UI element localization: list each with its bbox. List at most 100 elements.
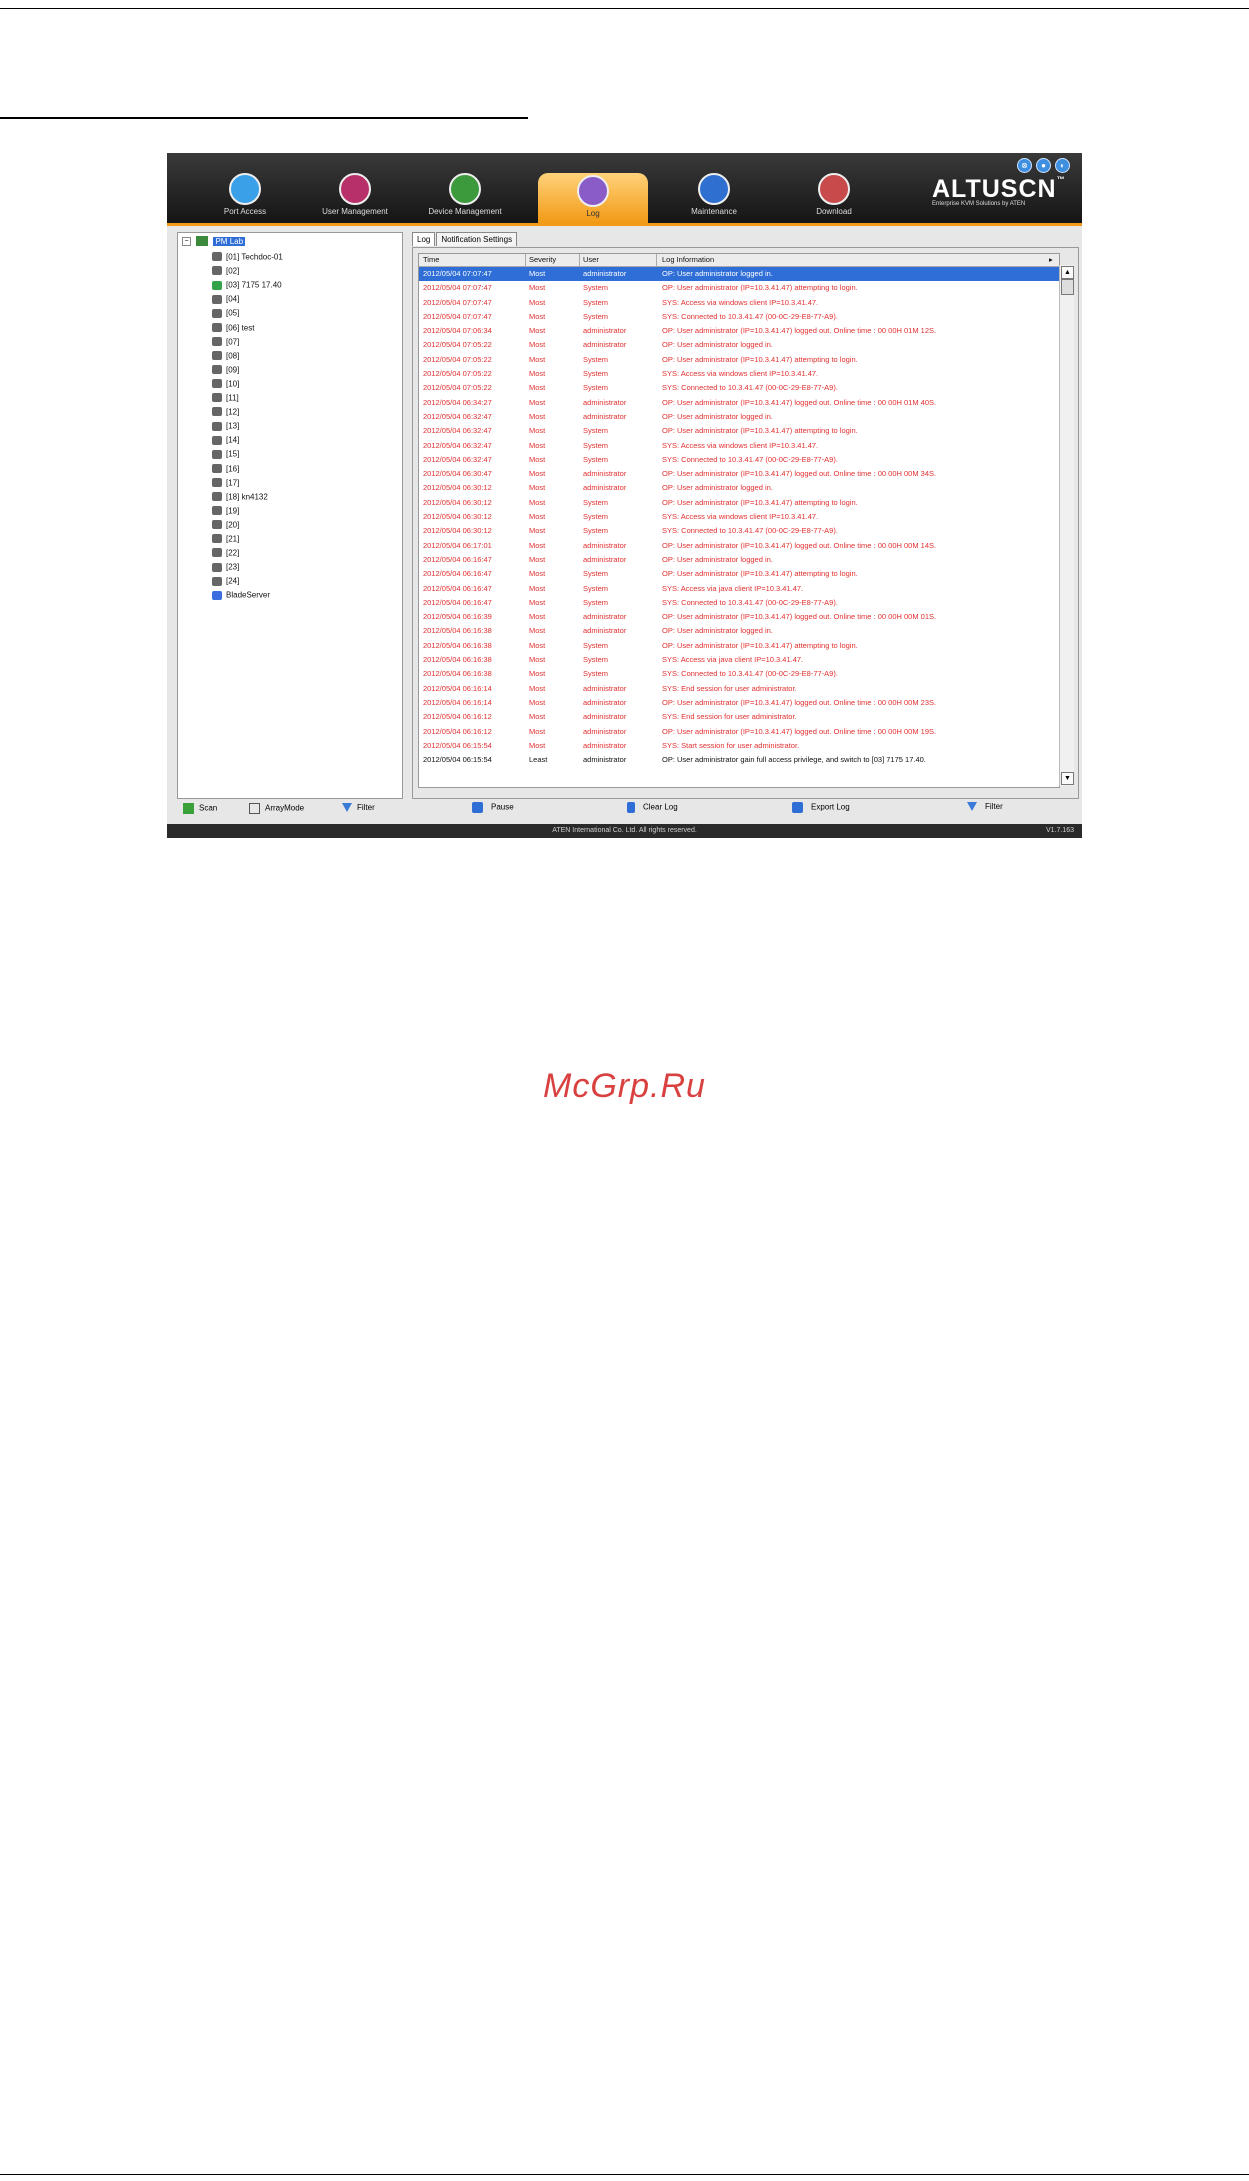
tree-node[interactable]: [08] [212, 351, 239, 363]
tree-node[interactable]: [05] [212, 308, 239, 320]
tree-node[interactable]: [16] [212, 463, 239, 476]
close-icon[interactable]: ⊗ [1017, 158, 1032, 173]
tree-node[interactable]: [09] [212, 365, 239, 377]
log-row[interactable]: 2012/05/04 06:32:47 Most System OP: User ad… [419, 424, 1059, 438]
tree-node[interactable]: [22] [212, 548, 239, 560]
log-row[interactable]: 2012/05/04 06:15:54 Least administrator OP:… [419, 753, 1059, 767]
tree-node[interactable]: [02] [212, 266, 239, 278]
tree-filter-button[interactable]: Filter [342, 803, 375, 813]
log-user: administrator [583, 340, 627, 350]
log-row[interactable]: 2012/05/04 06:16:38 Most System SYS: Connec… [419, 667, 1059, 681]
log-row[interactable]: 2012/05/04 06:32:47 Most administrator OP: … [419, 410, 1059, 424]
collapse-icon[interactable]: − [182, 236, 191, 246]
log-row[interactable]: 2012/05/04 07:07:47 Most administrator OP: … [419, 267, 1059, 282]
log-toolbar: Pause Clear Log Export Log Filter [412, 798, 1077, 820]
log-row[interactable]: 2012/05/04 06:16:38 Most System OP: User ad… [419, 639, 1059, 653]
log-row[interactable]: 2012/05/04 06:30:47 Most administrator OP: … [419, 467, 1059, 481]
log-severity: Most [529, 569, 546, 579]
tree-node[interactable]: [13] [212, 421, 239, 433]
nav-log[interactable]: Log [538, 173, 648, 223]
tree-node[interactable]: [19] [212, 506, 239, 518]
server-icon [212, 576, 222, 586]
tree-node[interactable]: [15] [212, 449, 239, 461]
column-severity[interactable]: Severity [529, 255, 556, 264]
log-row[interactable]: 2012/05/04 06:16:14 Most administrator OP: … [419, 696, 1059, 710]
tree-node[interactable]: [07] [212, 336, 239, 349]
tree-node[interactable]: [18] kn4132 [212, 492, 268, 504]
log-row[interactable]: 2012/05/04 06:16:47 Most System OP: User ad… [419, 567, 1059, 581]
log-row[interactable]: 2012/05/04 06:32:47 Most System SYS: Access… [419, 439, 1059, 453]
log-row[interactable]: 2012/05/04 06:34:27 Most administrator OP: … [419, 396, 1059, 410]
column-time[interactable]: Time [423, 255, 439, 264]
log-row[interactable]: 2012/05/04 06:16:39 Most administrator OP: … [419, 610, 1059, 624]
log-row[interactable]: 2012/05/04 07:07:47 Most System SYS: Connec… [419, 310, 1059, 324]
tree-node[interactable]: [01] Techdoc-01 [212, 252, 283, 264]
log-row[interactable]: 2012/05/04 06:30:12 Most System SYS: Access… [419, 510, 1059, 524]
tree-root-label[interactable]: PM Lab [213, 236, 246, 246]
array-mode-label: ArrayMode [265, 803, 305, 813]
device-tree[interactable]: − PM Lab [01] Techdoc-01 [02] [03] 7175 17… [177, 232, 403, 799]
log-row[interactable]: 2012/05/04 06:15:54 Most administrator SYS:… [419, 739, 1059, 753]
help-icon[interactable]: ● [1036, 158, 1051, 173]
tree-node[interactable]: [12] [212, 407, 239, 419]
scroll-up-icon[interactable]: ▲ [1061, 266, 1074, 279]
log-row[interactable]: 2012/05/04 06:16:12 Most administrator SYS:… [419, 710, 1059, 724]
tree-root[interactable]: − PM Lab [182, 236, 246, 246]
log-row[interactable]: 2012/05/04 06:16:47 Most System SYS: Access… [419, 582, 1059, 596]
logout-icon[interactable]: ◐ [1055, 158, 1070, 173]
column-overflow-arrow[interactable]: ▸ [1049, 255, 1053, 264]
scroll-thumb[interactable] [1061, 279, 1074, 295]
log-row[interactable]: 2012/05/04 06:16:47 Most administrator OP: … [419, 553, 1059, 567]
tree-node[interactable]: [24] [212, 576, 239, 588]
log-row[interactable]: 2012/05/04 06:16:12 Most administrator OP: … [419, 725, 1059, 739]
log-row[interactable]: 2012/05/04 06:16:47 Most System SYS: Connec… [419, 596, 1059, 610]
log-row[interactable]: 2012/05/04 06:16:14 Most administrator SYS:… [419, 682, 1059, 696]
column-user[interactable]: User [583, 255, 599, 264]
log-row[interactable]: 2012/05/04 06:16:38 Most System SYS: Access… [419, 653, 1059, 667]
scan-button[interactable]: Scan [183, 803, 217, 814]
log-row[interactable]: 2012/05/04 07:07:47 Most System SYS: Access… [419, 296, 1059, 310]
vertical-scrollbar[interactable]: ▲ ▼ [1059, 265, 1074, 786]
log-row[interactable]: 2012/05/04 07:06:34 Most administrator OP: … [419, 324, 1059, 338]
nav-user-management[interactable]: User Management [300, 171, 410, 223]
tab-notification-settings[interactable]: Notification Settings [436, 232, 518, 246]
nav-port-access[interactable]: Port Access [190, 171, 300, 223]
tree-node[interactable]: [20] [212, 520, 239, 532]
nav-maintenance[interactable]: Maintenance [659, 171, 769, 223]
tree-node[interactable]: [04] [212, 294, 239, 306]
log-row[interactable]: 2012/05/04 06:17:01 Most administrator OP: … [419, 539, 1059, 553]
tree-node[interactable]: [14] [212, 435, 239, 447]
log-filter-button[interactable]: Filter [967, 802, 1003, 812]
array-mode-button[interactable]: ArrayMode [249, 803, 304, 814]
tab-log[interactable]: Log [412, 232, 436, 246]
log-row[interactable]: 2012/05/04 07:05:22 Most System SYS: Connec… [419, 381, 1059, 395]
tree-node[interactable]: [03] 7175 17.40 [212, 280, 282, 292]
tree-node[interactable]: [17] [212, 477, 239, 490]
log-row[interactable]: 2012/05/04 07:07:47 Most System OP: User ad… [419, 281, 1059, 295]
nav-download[interactable]: Download [779, 171, 889, 223]
log-row[interactable]: 2012/05/04 06:32:47 Most System SYS: Connec… [419, 453, 1059, 467]
pause-button[interactable]: Pause [472, 802, 514, 813]
log-row[interactable]: 2012/05/04 07:05:22 Most System OP: User ad… [419, 353, 1059, 367]
scroll-down-icon[interactable]: ▼ [1061, 772, 1074, 785]
tree-node[interactable]: [10] [212, 379, 239, 391]
log-row[interactable]: 2012/05/04 06:30:12 Most System OP: User ad… [419, 496, 1059, 510]
log-severity: Most [529, 669, 546, 679]
column-log-information[interactable]: Log Information [662, 255, 714, 264]
export-log-button[interactable]: Export Log [792, 802, 850, 813]
clear-log-button[interactable]: Clear Log [627, 802, 678, 813]
bottom-rule [0, 2174, 1249, 2175]
tree-node[interactable]: [11] [212, 393, 239, 405]
log-row[interactable]: 2012/05/04 06:30:12 Most System SYS: Connec… [419, 524, 1059, 538]
tree-node[interactable]: [21] [212, 534, 239, 546]
tree-node[interactable]: [06] test [212, 322, 254, 335]
log-row[interactable]: 2012/05/04 06:30:12 Most administrator OP: … [419, 481, 1059, 495]
log-row[interactable]: 2012/05/04 07:05:22 Most administrator OP: … [419, 338, 1059, 352]
log-severity: Most [529, 397, 546, 407]
log-row[interactable]: 2012/05/04 07:05:22 Most System SYS: Access… [419, 367, 1059, 381]
tree-node[interactable]: [23] [212, 562, 239, 574]
nav-device-management[interactable]: Device Management [410, 171, 520, 223]
tree-node[interactable]: BladeServer [212, 590, 270, 602]
nav-label: Maintenance [691, 207, 737, 216]
log-row[interactable]: 2012/05/04 06:16:38 Most administrator OP: … [419, 624, 1059, 638]
